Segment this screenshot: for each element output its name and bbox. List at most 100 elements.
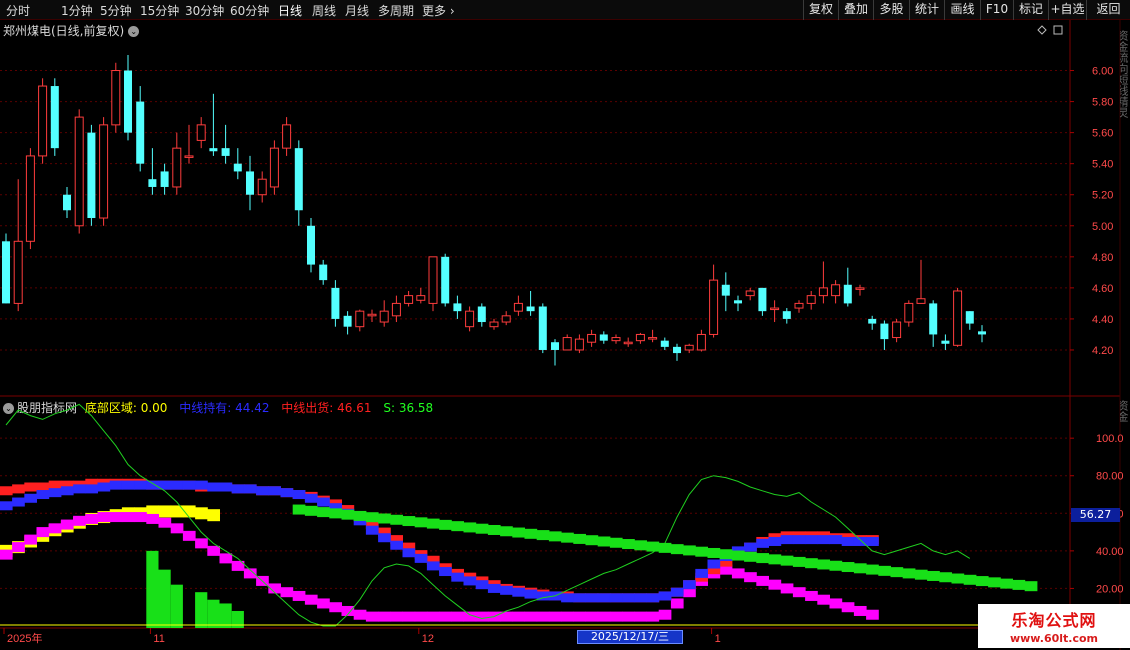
candle-body-down <box>307 225 315 265</box>
candle-body-up <box>416 295 426 301</box>
candle-body-up <box>196 124 206 141</box>
band-block <box>829 560 843 571</box>
band-block <box>695 546 708 557</box>
series-block <box>670 598 684 609</box>
candle-body-down <box>978 331 986 335</box>
price-tick-label: 5.00 <box>1092 221 1113 233</box>
series-block <box>646 593 660 603</box>
candle-body-up <box>794 302 804 309</box>
series-block <box>817 594 830 605</box>
series-block <box>426 611 440 622</box>
series-block <box>597 593 611 603</box>
band-block <box>536 530 550 541</box>
price-tick-label: 4.80 <box>1092 252 1113 264</box>
candle-body-up <box>574 338 584 351</box>
chart-canvas[interactable]: 6.00 5.80 5.60 5.40 5.20 5.00 4.80 4.60 4.40 4.20… <box>0 0 1130 650</box>
series-sell <box>0 478 879 603</box>
band-block <box>304 505 318 516</box>
candle-body-down <box>50 86 59 149</box>
side-panel-label[interactable]: 资金流向短线精灵 <box>1120 30 1130 370</box>
candle-body-up <box>806 295 816 304</box>
price-tick-label: 5.80 <box>1092 97 1113 109</box>
candle-body-down <box>148 179 157 187</box>
band-block <box>341 509 355 520</box>
band-block <box>670 544 684 555</box>
candle-body-down <box>331 287 340 319</box>
candle-body-down <box>551 342 559 350</box>
indicator-current-value: 56.27 <box>1071 508 1120 522</box>
candle-body-up <box>25 155 35 242</box>
series-block <box>329 602 342 613</box>
series-block <box>402 548 416 558</box>
series-block <box>292 590 306 601</box>
series-block <box>73 515 86 526</box>
bottom-zone-block <box>219 603 232 628</box>
series-block <box>768 536 782 546</box>
band-block <box>878 565 891 576</box>
series-block <box>512 611 525 622</box>
band-block <box>292 504 306 515</box>
band-block <box>524 528 538 539</box>
candle-body-up <box>635 333 645 342</box>
candle-body-up <box>953 290 963 346</box>
date-tick-label: 1 <box>715 633 721 645</box>
candle-body-up <box>855 287 865 290</box>
band-block <box>597 536 611 547</box>
series-block <box>73 484 86 494</box>
band-block <box>1000 578 1013 589</box>
candle-body-down <box>843 284 852 304</box>
series-block <box>817 535 830 545</box>
series-block <box>756 575 769 586</box>
candle-body-up <box>465 310 475 328</box>
band-block <box>805 558 818 569</box>
band-block <box>573 533 586 544</box>
band-block <box>426 518 440 529</box>
candle-body-up <box>13 240 23 304</box>
series-block <box>866 609 879 620</box>
series-block <box>219 482 233 492</box>
series-block <box>219 553 233 564</box>
series-block <box>268 486 281 496</box>
series-block <box>744 572 757 583</box>
series-block <box>866 536 879 546</box>
band-block <box>658 542 672 553</box>
candle-body-down <box>721 284 730 296</box>
series-block <box>378 611 391 622</box>
series-block <box>731 568 745 579</box>
series-block <box>768 579 782 590</box>
series-block <box>841 602 855 613</box>
candle-body-down <box>2 241 10 304</box>
band-block <box>914 569 928 580</box>
side-panel-label-2[interactable]: 资金 <box>1120 400 1130 440</box>
candle-body-up <box>99 124 109 219</box>
candle-body-up <box>696 333 706 351</box>
series-block <box>353 609 367 620</box>
series-block <box>475 580 489 590</box>
series-block <box>561 593 574 603</box>
band-block <box>975 576 989 587</box>
candle-body-down <box>965 311 974 324</box>
band-block <box>927 570 940 581</box>
series-block <box>414 611 428 622</box>
series-block <box>146 480 159 490</box>
candles <box>2 55 986 366</box>
band-block <box>329 508 342 519</box>
series-block <box>109 480 123 490</box>
series-block <box>158 505 172 518</box>
candle-body-up <box>916 298 926 304</box>
series-block <box>414 553 428 563</box>
candle-body-up <box>38 85 48 157</box>
bottom-zone-block <box>170 584 183 628</box>
bottom-zone-block <box>158 569 171 628</box>
candle-body-up <box>74 116 84 227</box>
band-block <box>451 521 464 532</box>
series-block <box>585 611 599 622</box>
series-block <box>36 527 50 538</box>
series-block <box>378 533 391 543</box>
candle-body-down <box>758 287 767 312</box>
series-block <box>365 525 379 535</box>
candle-body-up <box>489 321 499 328</box>
candle-body-up <box>513 302 523 312</box>
series-block <box>487 583 501 593</box>
diamond-icon <box>1037 25 1047 35</box>
